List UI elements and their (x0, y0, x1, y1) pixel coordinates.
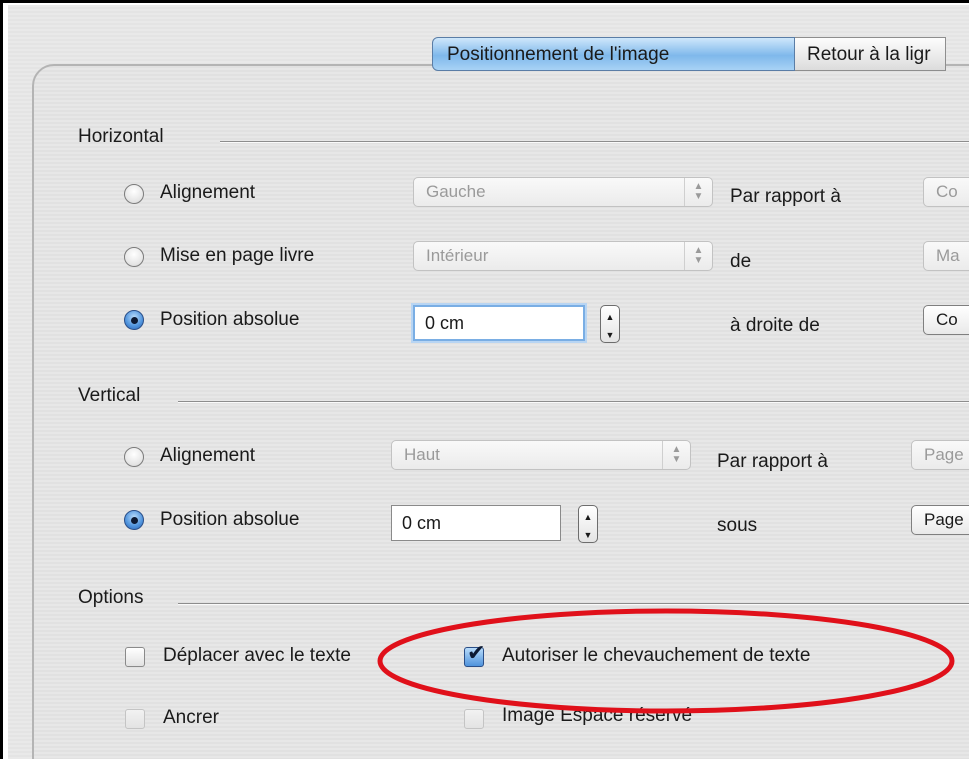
horizontal-group-title: Horizontal (78, 126, 164, 147)
vertical-alignment-value: Haut (404, 445, 440, 464)
horizontal-alignment-relative-value: Co (936, 182, 958, 201)
tab-retour-ligne[interactable]: Retour à la ligr (795, 37, 946, 71)
book-layout-radio[interactable] (124, 247, 144, 267)
select-arrows-icon: ▲ ▼ (662, 441, 690, 469)
book-layout-value: Intérieur (426, 246, 489, 265)
tab-bar: Positionnement de l'image Retour à la li… (432, 37, 946, 73)
horizontal-alignment-value: Gauche (426, 182, 486, 201)
vertical-absolute-relative-value: Page (924, 510, 964, 529)
select-arrows-icon: ▲ ▼ (684, 178, 712, 206)
vertical-absolute-radio[interactable] (124, 510, 144, 530)
vertical-alignment-relative-select[interactable]: Page (911, 440, 969, 470)
move-with-text-label: Déplacer avec le texte (163, 645, 351, 666)
horizontal-alignment-relation: Par rapport à (730, 186, 841, 207)
vertical-alignment-relative-value: Page (924, 445, 964, 464)
highlight-ellipse (377, 608, 955, 714)
tab-positionnement[interactable]: Positionnement de l'image (432, 37, 795, 71)
horizontal-divider (220, 141, 969, 143)
horizontal-alignment-relative-select[interactable]: Co (923, 177, 969, 207)
vertical-position-stepper[interactable]: ▲ ▼ (578, 505, 598, 543)
move-with-text-checkbox[interactable] (125, 647, 145, 667)
select-arrows-icon: ▲ ▼ (684, 242, 712, 270)
horizontal-position-stepper[interactable]: ▲ ▼ (600, 305, 620, 343)
horizontal-position-input[interactable]: 0 cm (413, 305, 585, 341)
horizontal-alignment-label: Alignement (160, 182, 256, 203)
horizontal-absolute-relative-select[interactable]: Co (923, 305, 969, 335)
anchor-checkbox[interactable] (125, 709, 145, 729)
vertical-group-title: Vertical (78, 385, 141, 406)
vertical-divider (178, 401, 969, 403)
horizontal-absolute-relative-value: Co (936, 310, 958, 329)
vertical-absolute-relative-select[interactable]: Page (911, 505, 969, 535)
horizontal-absolute-label: Position absolue (160, 309, 300, 330)
screenshot-frame: Positionnement de l'image Retour à la li… (3, 3, 969, 759)
vertical-alignment-label: Alignement (160, 445, 256, 466)
horizontal-alignment-select[interactable]: Gauche ▲ ▼ (413, 177, 713, 207)
book-layout-relation: de (730, 251, 752, 272)
book-layout-relative-select[interactable]: Ma (923, 241, 969, 271)
horizontal-absolute-radio[interactable] (124, 310, 144, 330)
options-group-title: Options (78, 587, 144, 608)
book-layout-relative-value: Ma (936, 246, 960, 265)
vertical-position-input[interactable]: 0 cm (391, 505, 561, 541)
vertical-alignment-relation: Par rapport à (717, 451, 828, 472)
vertical-absolute-relation: sous (717, 515, 758, 536)
vertical-alignment-select[interactable]: Haut ▲ ▼ (391, 440, 691, 470)
book-layout-select[interactable]: Intérieur ▲ ▼ (413, 241, 713, 271)
vertical-absolute-label: Position absolue (160, 509, 300, 530)
horizontal-absolute-relation: à droite de (730, 315, 820, 336)
vertical-alignment-radio[interactable] (124, 447, 144, 467)
horizontal-alignment-radio[interactable] (124, 184, 144, 204)
dialog-window: Positionnement de l'image Retour à la li… (8, 5, 969, 759)
book-layout-label: Mise en page livre (160, 245, 315, 266)
anchor-label: Ancrer (163, 707, 219, 728)
